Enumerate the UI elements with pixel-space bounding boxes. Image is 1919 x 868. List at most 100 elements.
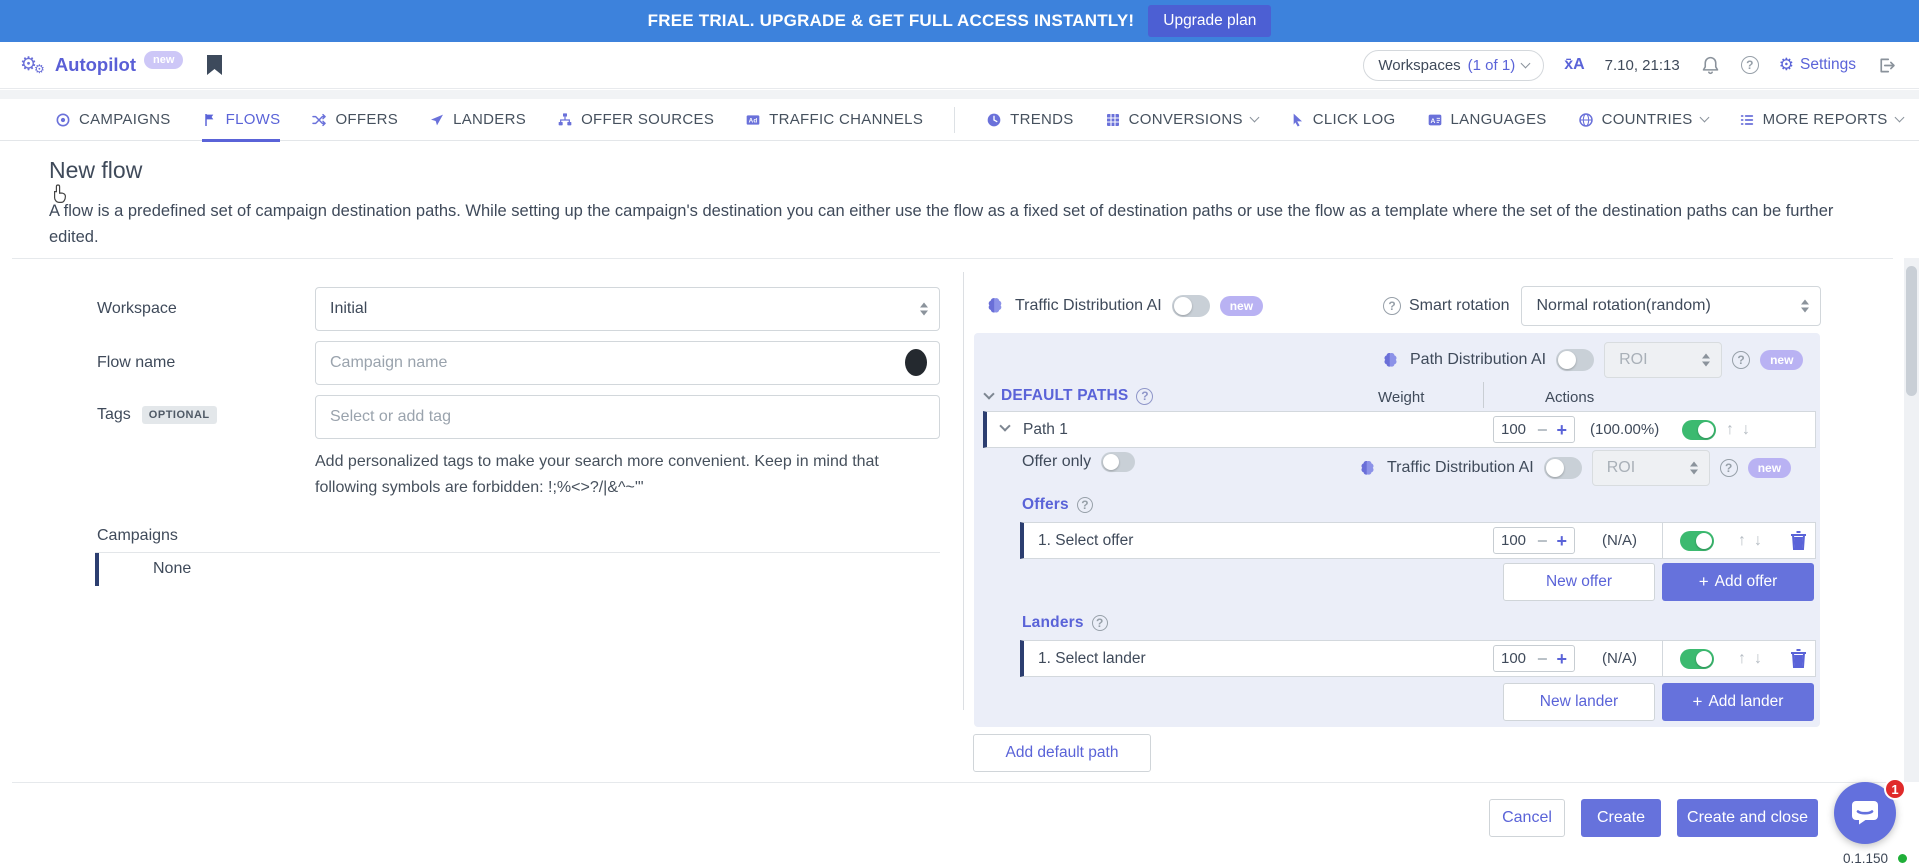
- move-up-arrow[interactable]: ↑: [1726, 421, 1734, 439]
- tab-conversions[interactable]: CONVERSIONS: [1105, 99, 1258, 141]
- lander-row-label[interactable]: 1. Select lander: [1038, 650, 1146, 668]
- landers-plane-icon: [429, 112, 445, 128]
- move-down-arrow[interactable]: ↓: [1754, 650, 1762, 668]
- weight-value[interactable]: 100: [1501, 421, 1528, 438]
- path-distribution-ai-row: Path Distribution AI ROI ? new: [1381, 342, 1803, 378]
- lander-enabled-toggle[interactable]: [1680, 649, 1714, 669]
- plus-icon: +: [1699, 572, 1709, 592]
- new-offer-button[interactable]: New offer: [1503, 563, 1655, 601]
- tab-countries[interactable]: COUNTRIES: [1578, 99, 1708, 141]
- move-down-arrow[interactable]: ↓: [1742, 421, 1750, 439]
- weight-plus-button[interactable]: +: [1557, 532, 1568, 550]
- brand-block[interactable]: ⚙ ⚙ Autopilot new: [20, 42, 222, 88]
- tab-offer-sources[interactable]: OFFER SOURCES: [557, 99, 714, 141]
- datetime-display: 7.10, 21:13: [1605, 57, 1680, 74]
- workspace-select[interactable]: Initial: [315, 287, 940, 331]
- svg-text:Ad: Ad: [749, 117, 758, 124]
- weight-minus-button[interactable]: −: [1537, 421, 1548, 439]
- bookmark-icon[interactable]: [207, 55, 222, 75]
- weight-plus-button[interactable]: +: [1557, 421, 1568, 439]
- tab-more-reports[interactable]: MORE REPORTS: [1739, 99, 1903, 141]
- help-icon[interactable]: ?: [1741, 56, 1759, 74]
- weight-value[interactable]: 100: [1501, 532, 1528, 549]
- offer-row-label[interactable]: 1. Select offer: [1038, 532, 1133, 550]
- offer-enabled-toggle[interactable]: [1680, 531, 1714, 551]
- offer-only-label: Offer only: [1022, 453, 1091, 471]
- lander-weight-widget: 100 − +: [1493, 645, 1575, 672]
- tab-click-log[interactable]: CLICK LOG: [1289, 99, 1396, 141]
- column-divider: [963, 272, 964, 710]
- tags-input[interactable]: [315, 395, 940, 439]
- pdai-help-icon[interactable]: ?: [1732, 351, 1750, 369]
- smart-rotation-label: Smart rotation: [1409, 297, 1509, 315]
- scrollbar-thumb[interactable]: [1906, 266, 1917, 396]
- translate-icon[interactable]: x̄A: [1564, 56, 1584, 74]
- move-up-arrow[interactable]: ↑: [1738, 650, 1746, 668]
- delete-trash-icon[interactable]: [1790, 649, 1807, 668]
- campaigns-value: None: [153, 560, 191, 578]
- path-tdai-row: Traffic Distribution AI ROI ? new: [1358, 450, 1791, 486]
- new-lander-button[interactable]: New lander: [1503, 683, 1655, 721]
- move-up-arrow[interactable]: ↑: [1738, 532, 1746, 550]
- pdai-roi-select[interactable]: ROI: [1604, 342, 1722, 378]
- workspaces-selector[interactable]: Workspaces (1 of 1): [1363, 50, 1544, 81]
- move-down-arrow[interactable]: ↓: [1754, 532, 1762, 550]
- add-default-path-button[interactable]: Add default path: [973, 734, 1151, 772]
- weight-column-header: Weight: [1378, 389, 1424, 406]
- logout-icon[interactable]: [1876, 55, 1897, 76]
- path-tdai-help-icon[interactable]: ?: [1720, 459, 1738, 477]
- create-button[interactable]: Create: [1581, 799, 1661, 837]
- landers-help-icon[interactable]: ?: [1092, 615, 1108, 631]
- path-enabled-toggle[interactable]: [1682, 420, 1716, 440]
- tab-landers[interactable]: LANDERS: [429, 99, 526, 141]
- collapse-chevron-icon[interactable]: [983, 388, 994, 399]
- select-chevrons-icon: [1801, 300, 1809, 313]
- offer-stat: (N/A): [1602, 532, 1637, 549]
- click-log-cursor-icon: [1289, 112, 1305, 128]
- notifications-bell-icon[interactable]: [1700, 55, 1721, 76]
- weight-plus-button[interactable]: +: [1557, 650, 1568, 668]
- collapse-chevron-icon[interactable]: [999, 420, 1010, 431]
- ai-brain-icon: [1381, 351, 1400, 370]
- pdai-toggle[interactable]: [1556, 349, 1594, 371]
- flow-name-input[interactable]: [315, 341, 940, 385]
- path-roi-select[interactable]: ROI: [1592, 450, 1710, 486]
- path-tdai-toggle[interactable]: [1544, 457, 1582, 479]
- tab-campaigns[interactable]: CAMPAIGNS: [55, 99, 171, 141]
- weight-minus-button[interactable]: −: [1537, 532, 1548, 550]
- footer-divider: [12, 782, 1893, 783]
- countries-globe-icon: [1578, 112, 1594, 128]
- default-paths-header: DEFAULT PATHS ?: [985, 387, 1153, 405]
- tab-flows[interactable]: FLOWS: [202, 99, 281, 141]
- smart-rotation-select[interactable]: Normal rotation(random): [1521, 286, 1821, 326]
- offer-only-row: Offer only: [1022, 452, 1135, 472]
- pdai-label: Path Distribution AI: [1410, 351, 1546, 369]
- ai-brain-icon: [985, 296, 1005, 316]
- path-weight-widget: 100 − +: [1493, 416, 1575, 443]
- settings-button[interactable]: ⚙ Settings: [1779, 55, 1856, 75]
- weight-value[interactable]: 100: [1501, 650, 1528, 667]
- delete-trash-icon[interactable]: [1790, 531, 1807, 550]
- tab-traffic-channels[interactable]: Ad TRAFFIC CHANNELS: [745, 99, 923, 141]
- landers-title: Landers: [1022, 614, 1084, 632]
- smart-rotation-help-icon[interactable]: ?: [1383, 297, 1401, 315]
- cancel-button[interactable]: Cancel: [1489, 799, 1565, 837]
- add-offer-button[interactable]: + Add offer: [1662, 563, 1814, 601]
- create-and-close-button[interactable]: Create and close: [1677, 799, 1818, 837]
- upgrade-plan-button[interactable]: Upgrade plan: [1148, 5, 1271, 37]
- chevron-down-icon: [1894, 113, 1904, 123]
- campaigns-label: Campaigns: [97, 527, 178, 545]
- offers-help-icon[interactable]: ?: [1077, 497, 1093, 513]
- campaigns-row-bar: [95, 553, 99, 586]
- campaigns-icon: [55, 112, 71, 128]
- tab-languages[interactable]: A LANGUAGES: [1427, 99, 1547, 141]
- add-lander-button[interactable]: + Add lander: [1662, 683, 1814, 721]
- offer-sources-sitemap-icon: [557, 112, 573, 128]
- smart-rotation-row: ? Smart rotation Normal rotation(random): [1383, 286, 1821, 326]
- tdai-toggle[interactable]: [1172, 295, 1210, 317]
- offer-only-toggle[interactable]: [1101, 452, 1135, 472]
- weight-minus-button[interactable]: −: [1537, 650, 1548, 668]
- tab-offers[interactable]: OFFERS: [311, 99, 398, 141]
- default-paths-help-icon[interactable]: ?: [1136, 388, 1153, 405]
- tab-trends[interactable]: TRENDS: [986, 99, 1073, 141]
